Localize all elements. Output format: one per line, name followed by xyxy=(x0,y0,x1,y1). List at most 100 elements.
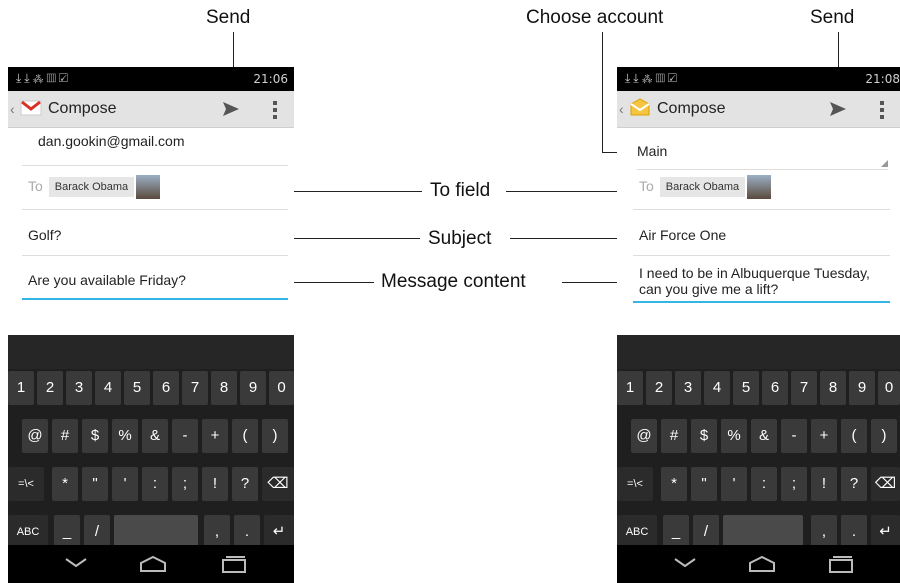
suggestion-strip xyxy=(8,335,294,369)
backspace-icon[interactable]: ⌫ xyxy=(262,467,294,501)
key-exclamation[interactable]: ! xyxy=(202,467,228,501)
key-hash[interactable]: # xyxy=(52,419,78,453)
key-2[interactable]: 2 xyxy=(37,371,63,405)
key-more-symbols[interactable]: =\< xyxy=(617,467,653,501)
recipient-chip[interactable]: Barack Obama xyxy=(48,177,135,197)
key-at[interactable]: @ xyxy=(631,419,657,453)
key-exclamation[interactable]: ! xyxy=(811,467,837,501)
key-period[interactable]: . xyxy=(841,515,867,549)
message-field[interactable]: I need to be in Albuquerque Tuesday, can… xyxy=(633,265,890,303)
key-period[interactable]: . xyxy=(234,515,260,549)
key-abc[interactable]: ABC xyxy=(617,515,657,549)
key-4[interactable]: 4 xyxy=(704,371,730,405)
key-3[interactable]: 3 xyxy=(675,371,701,405)
key-colon[interactable]: : xyxy=(142,467,168,501)
key-question[interactable]: ? xyxy=(232,467,258,501)
back-nav-icon[interactable] xyxy=(64,555,88,571)
key-minus[interactable]: - xyxy=(172,419,198,453)
notification-icons: ⤓⤓⁂▥☑ xyxy=(16,71,71,85)
key-double-quote[interactable]: " xyxy=(82,467,108,501)
back-caret-icon[interactable]: ‹ xyxy=(10,101,15,117)
key-space[interactable] xyxy=(114,515,198,549)
send-icon[interactable] xyxy=(829,101,847,117)
recent-apps-nav-icon[interactable] xyxy=(827,555,855,573)
key-close-paren[interactable]: ) xyxy=(871,419,897,453)
gmail-icon[interactable] xyxy=(20,98,42,118)
send-icon[interactable] xyxy=(222,101,240,117)
status-bar: ⤓⤓⁂▥☑ 21:08 xyxy=(617,67,900,91)
key-comma[interactable]: , xyxy=(204,515,230,549)
message-field[interactable]: Are you available Friday? xyxy=(22,272,288,300)
key-percent[interactable]: % xyxy=(721,419,747,453)
enter-icon[interactable]: ↵ xyxy=(264,515,294,549)
key-underscore[interactable]: _ xyxy=(663,515,689,549)
key-double-quote[interactable]: " xyxy=(691,467,717,501)
overflow-menu-icon[interactable] xyxy=(880,101,884,119)
key-abc[interactable]: ABC xyxy=(8,515,48,549)
key-percent[interactable]: % xyxy=(112,419,138,453)
key-semicolon[interactable]: ; xyxy=(172,467,198,501)
subject-field[interactable]: Golf? xyxy=(22,227,288,256)
overflow-menu-icon[interactable] xyxy=(273,101,277,119)
home-nav-icon[interactable] xyxy=(138,555,168,573)
subject-field[interactable]: Air Force One xyxy=(633,227,890,256)
key-5[interactable]: 5 xyxy=(733,371,759,405)
key-comma[interactable]: , xyxy=(811,515,837,549)
key-5[interactable]: 5 xyxy=(124,371,150,405)
key-4[interactable]: 4 xyxy=(95,371,121,405)
key-open-paren[interactable]: ( xyxy=(232,419,258,453)
key-0[interactable]: 0 xyxy=(269,371,294,405)
key-close-paren[interactable]: ) xyxy=(262,419,288,453)
key-semicolon[interactable]: ; xyxy=(781,467,807,501)
message-text: Are you available Friday? xyxy=(28,272,186,288)
key-9[interactable]: 9 xyxy=(849,371,875,405)
key-2[interactable]: 2 xyxy=(646,371,672,405)
recent-apps-nav-icon[interactable] xyxy=(220,555,248,573)
to-field[interactable]: To Barack Obama xyxy=(22,175,288,210)
key-0[interactable]: 0 xyxy=(878,371,900,405)
key-more-symbols[interactable]: =\< xyxy=(8,467,44,501)
key-question[interactable]: ? xyxy=(841,467,867,501)
back-nav-icon[interactable] xyxy=(673,555,697,571)
from-field[interactable]: dan.gookin@gmail.com xyxy=(22,133,288,166)
key-ampersand[interactable]: & xyxy=(751,419,777,453)
account-selector[interactable]: Main xyxy=(637,143,888,170)
key-space[interactable] xyxy=(723,515,803,549)
key-1[interactable]: 1 xyxy=(8,371,34,405)
key-single-quote[interactable]: ' xyxy=(721,467,747,501)
to-field[interactable]: To Barack Obama xyxy=(633,175,890,210)
key-6[interactable]: 6 xyxy=(762,371,788,405)
key-asterisk[interactable]: * xyxy=(661,467,687,501)
key-asterisk[interactable]: * xyxy=(52,467,78,501)
recipient-chip[interactable]: Barack Obama xyxy=(659,177,746,197)
key-ampersand[interactable]: & xyxy=(142,419,168,453)
key-plus[interactable]: + xyxy=(202,419,228,453)
key-8[interactable]: 8 xyxy=(211,371,237,405)
navigation-bar xyxy=(617,545,900,583)
key-8[interactable]: 8 xyxy=(820,371,846,405)
key-at[interactable]: @ xyxy=(22,419,48,453)
key-6[interactable]: 6 xyxy=(153,371,179,405)
key-underscore[interactable]: _ xyxy=(54,515,80,549)
key-slash[interactable]: / xyxy=(84,515,110,549)
key-7[interactable]: 7 xyxy=(791,371,817,405)
key-slash[interactable]: / xyxy=(693,515,719,549)
key-hash[interactable]: # xyxy=(661,419,687,453)
home-nav-icon[interactable] xyxy=(747,555,777,573)
email-app-icon[interactable] xyxy=(629,98,651,118)
key-minus[interactable]: - xyxy=(781,419,807,453)
key-dollar[interactable]: $ xyxy=(691,419,717,453)
key-single-quote[interactable]: ' xyxy=(112,467,138,501)
callout-send-right: Send xyxy=(810,7,855,28)
key-dollar[interactable]: $ xyxy=(82,419,108,453)
key-3[interactable]: 3 xyxy=(66,371,92,405)
key-1[interactable]: 1 xyxy=(617,371,643,405)
backspace-icon[interactable]: ⌫ xyxy=(871,467,900,501)
back-caret-icon[interactable]: ‹ xyxy=(619,101,624,117)
key-9[interactable]: 9 xyxy=(240,371,266,405)
enter-icon[interactable]: ↵ xyxy=(871,515,900,549)
key-plus[interactable]: + xyxy=(811,419,837,453)
key-open-paren[interactable]: ( xyxy=(841,419,867,453)
key-7[interactable]: 7 xyxy=(182,371,208,405)
key-colon[interactable]: : xyxy=(751,467,777,501)
